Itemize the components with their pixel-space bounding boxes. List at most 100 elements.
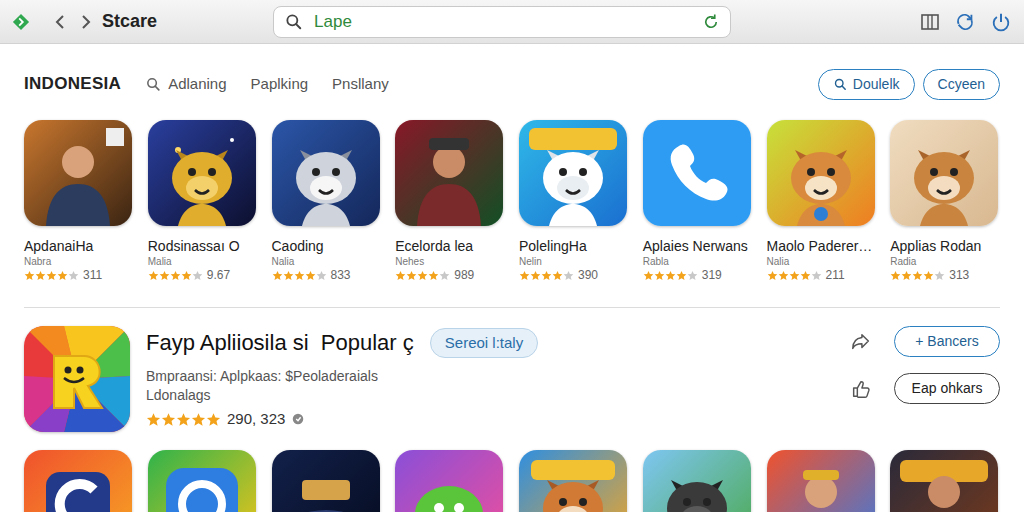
star-icon [901,270,912,281]
app-name[interactable]: Applias Rodan [890,238,1000,255]
app-name[interactable]: Maolo Paderer… [767,238,877,255]
rating-count: 9.67 [207,268,230,284]
star-icon [417,270,428,281]
app-icon[interactable] [890,450,998,512]
featured-title[interactable]: Fayp Apliiosila si Popular ç [146,326,414,359]
star-icon [148,270,159,281]
star-icon [191,412,206,427]
title-bar: Stcare [0,0,1024,44]
app-card[interactable]: CaodingNalia833 [272,120,382,283]
app-icon[interactable] [24,120,132,226]
window-title: Stcare [102,8,157,35]
featured-heading: Fayp Apliiosila si Popular ç Sereoi l:tal… [146,326,538,359]
app-icon[interactable] [395,120,503,226]
back-icon[interactable] [52,13,68,31]
star-icon [159,270,170,281]
app-icon[interactable] [643,450,751,512]
description-line: Ldonalags [146,386,538,404]
header-button[interactable]: Doulelk [818,69,915,100]
app-icon[interactable] [272,450,380,512]
star-icon [305,270,316,281]
app-icon[interactable] [643,120,751,226]
app-icon[interactable] [767,450,875,512]
star-icon [68,270,79,281]
header-button[interactable]: Ccyeen [923,69,1000,100]
featured-app-icon[interactable] [24,326,130,432]
app-card[interactable]: PolelingHaNelin390 [519,120,629,283]
featured-button[interactable]: + Bancers [894,326,1000,357]
app-icon[interactable] [519,120,627,226]
button-label: Ccyeen [938,74,985,95]
refresh-icon[interactable] [702,13,720,31]
region-bar: INDONESIA Adlaning Paplking Pnsllany Doulelk… [0,44,1024,104]
star-icon [890,270,901,281]
star-icon [316,270,327,281]
filter-label: Pnsllany [332,73,389,96]
app-developer: Nalia [767,255,877,268]
app-icon[interactable] [519,450,627,512]
featured-button[interactable]: Eap ohkars [894,373,1000,404]
star-icon [519,270,530,281]
star-icon [272,270,283,281]
search-field[interactable] [273,6,731,38]
store-logo-icon [12,13,30,31]
star-rating [519,270,574,281]
app-card[interactable]: Applias RodanRadia313 [890,120,1000,283]
app-name[interactable]: Rodsinassaı O [148,238,258,255]
star-icon [24,270,35,281]
app-icon[interactable] [767,120,875,226]
app-card[interactable]: Maolo Paderer…Nalia211 [767,120,877,283]
app-name[interactable]: Caoding [272,238,382,255]
app-icon[interactable] [148,450,256,512]
app-rating: 319 [643,268,753,284]
button-label: + Bancers [915,331,978,352]
app-card[interactable]: Aplaies NerwansRabla319 [643,120,753,283]
filter-tab[interactable]: Paplking [251,73,309,96]
power-icon[interactable] [990,11,1012,33]
app-developer: Malia [148,255,258,268]
rating-count: 390 [578,268,598,284]
button-label: Doulelk [853,74,900,95]
app-icon[interactable] [24,450,132,512]
featured-app: Fayp Apliiosila si Popular ç Sereoi l:tal… [0,308,1024,432]
app-icon[interactable] [148,120,256,226]
star-icon [789,270,800,281]
app-list: ApdanaiHaNabra311Rodsinassaı OMalia9.67C… [0,120,1024,283]
filter-tab[interactable]: Pnsllany [332,73,389,96]
search-input[interactable] [312,8,694,36]
star-icon [57,270,68,281]
rating-count: 211 [826,268,845,284]
star-icon [439,270,450,281]
app-card[interactable]: ApdanaiHaNabra311 [24,120,134,283]
forward-icon[interactable] [78,13,94,31]
app-name[interactable]: Aplaies Nerwans [643,238,753,255]
app-icon[interactable] [272,120,380,226]
star-icon [934,270,945,281]
app-card[interactable]: Rodsinassaı OMalia9.67 [148,120,258,283]
thumbs-up-icon[interactable] [850,378,872,400]
more-apps [0,450,1024,512]
app-rating: 313 [890,268,1000,284]
button-label: Eap ohkars [912,378,983,399]
filter-tab[interactable]: Adlaning [145,73,226,96]
star-icon [654,270,665,281]
app-name[interactable]: ApdanaiHa [24,238,134,255]
featured-tag[interactable]: Sereoi l:taly [430,328,538,359]
panel-icon[interactable] [920,12,940,32]
star-icon [35,270,46,281]
app-name[interactable]: PolelingHa [519,238,629,255]
app-name[interactable]: Ecelorda lea [395,238,505,255]
sync-icon[interactable] [954,11,976,33]
app-developer: Nelin [519,255,629,268]
region-label: INDONESIA [24,71,121,97]
share-icon[interactable] [850,331,872,353]
star-icon [406,270,417,281]
app-card[interactable]: Ecelorda leaNehes989 [395,120,505,283]
star-icon [552,270,563,281]
app-icon[interactable] [890,120,998,226]
star-rating [24,270,79,281]
star-rating [767,270,822,281]
app-rating: 311 [24,268,134,284]
toolbar-icons [920,11,1012,33]
app-icon[interactable] [395,450,503,512]
